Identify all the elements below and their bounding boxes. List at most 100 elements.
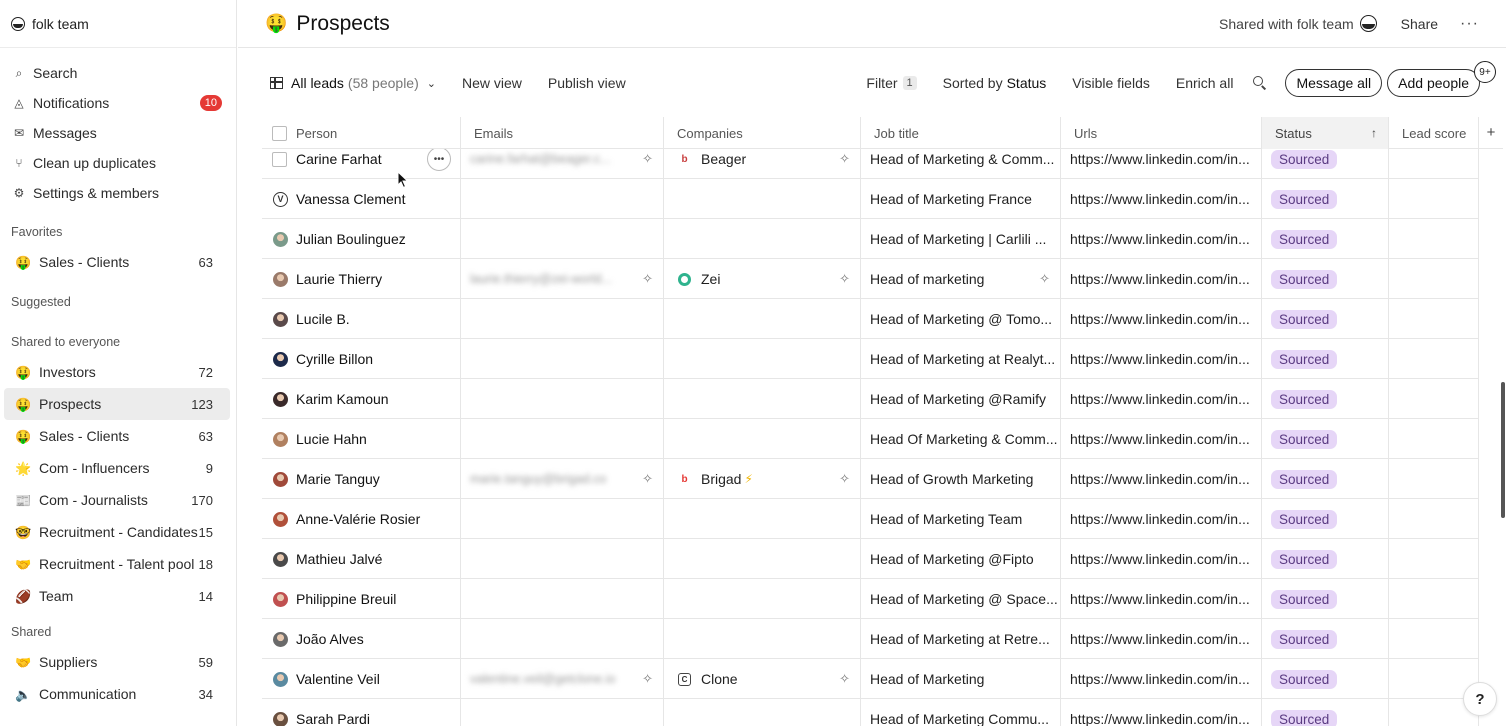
cell-job-title[interactable]: Head of Marketing @ Tomo...	[861, 299, 1061, 339]
url-link[interactable]: https://www.linkedin.com/in...	[1070, 631, 1250, 647]
cell-lead-score[interactable]	[1389, 379, 1479, 419]
url-link[interactable]: https://www.linkedin.com/in...	[1070, 151, 1250, 167]
group-item-communication[interactable]: 🔈 Communication 34	[4, 678, 230, 710]
cell-url[interactable]: https://www.linkedin.com/in...	[1061, 299, 1262, 339]
table-row[interactable]: V Vanessa Clement Head of Marketing France…	[262, 179, 1479, 219]
cell-email[interactable]	[461, 499, 664, 539]
cell-email[interactable]	[461, 299, 664, 339]
cell-email[interactable]	[461, 699, 664, 726]
status-badge[interactable]: Sourced	[1271, 709, 1338, 726]
view-selector[interactable]: All leads (58 people) ⌄	[270, 75, 436, 91]
status-badge[interactable]: Sourced	[1271, 549, 1338, 569]
cell-url[interactable]: https://www.linkedin.com/in...	[1061, 459, 1262, 499]
cell-job-title[interactable]: Head of Marketing at Retre...	[861, 619, 1061, 659]
cell-status[interactable]: Sourced	[1262, 579, 1389, 619]
url-link[interactable]: https://www.linkedin.com/in...	[1070, 671, 1250, 687]
enrich-sparkle-icon[interactable]: ✧	[642, 271, 653, 287]
add-people-button[interactable]: Add people	[1387, 69, 1480, 97]
nav-item-messages[interactable]: ✉ Messages	[0, 118, 236, 148]
table-row[interactable]: Philippine Breuil Head of Marketing @ Spa…	[262, 579, 1479, 619]
column-header-lead-score[interactable]: Lead score	[1389, 117, 1479, 149]
status-badge[interactable]: Sourced	[1271, 189, 1338, 209]
cell-url[interactable]: https://www.linkedin.com/in...	[1061, 419, 1262, 459]
group-item-recruitment-talent-pool[interactable]: 🤝 Recruitment - Talent pool 18	[4, 548, 230, 580]
cell-url[interactable]: https://www.linkedin.com/in...	[1061, 659, 1262, 699]
cell-job-title[interactable]: Head of Marketing @ Space...	[861, 579, 1061, 619]
cell-job-title[interactable]: Head of Marketing Team	[861, 499, 1061, 539]
enrich-sparkle-icon[interactable]: ✧	[839, 671, 850, 687]
cell-company[interactable]: C Clone ✧	[664, 659, 861, 699]
column-header-companies[interactable]: Companies	[664, 117, 861, 149]
table-row[interactable]: Lucie Hahn Head Of Marketing & Comm... htt…	[262, 419, 1479, 459]
cell-url[interactable]: https://www.linkedin.com/in...	[1061, 179, 1262, 219]
cell-person[interactable]: Marie Tanguy	[262, 459, 461, 499]
cell-company[interactable]	[664, 619, 861, 659]
column-header-emails[interactable]: Emails	[461, 117, 664, 149]
cell-person[interactable]: Laurie Thierry	[262, 259, 461, 299]
url-link[interactable]: https://www.linkedin.com/in...	[1070, 511, 1250, 527]
cell-status[interactable]: Sourced	[1262, 539, 1389, 579]
cell-company[interactable]	[664, 499, 861, 539]
cell-email[interactable]	[461, 219, 664, 259]
cell-lead-score[interactable]	[1389, 459, 1479, 499]
cell-job-title[interactable]: Head of Marketing @Fipto	[861, 539, 1061, 579]
enrich-sparkle-icon[interactable]: ✧	[839, 151, 850, 167]
cell-status[interactable]: Sourced	[1262, 419, 1389, 459]
cell-email[interactable]	[461, 379, 664, 419]
cell-lead-score[interactable]	[1389, 419, 1479, 459]
table-row[interactable]: Lucile B. Head of Marketing @ Tomo... http…	[262, 299, 1479, 339]
cell-email[interactable]	[461, 619, 664, 659]
url-link[interactable]: https://www.linkedin.com/in...	[1070, 231, 1250, 247]
cell-status[interactable]: Sourced	[1262, 259, 1389, 299]
status-badge[interactable]: Sourced	[1271, 309, 1338, 329]
status-badge[interactable]: Sourced	[1271, 669, 1338, 689]
group-item-investors[interactable]: 🤑 Investors 72	[4, 356, 230, 388]
url-link[interactable]: https://www.linkedin.com/in...	[1070, 591, 1250, 607]
column-header-person[interactable]: Person	[262, 117, 461, 149]
cell-url[interactable]: https://www.linkedin.com/in...	[1061, 499, 1262, 539]
cell-url[interactable]: https://www.linkedin.com/in...	[1061, 219, 1262, 259]
cell-job-title[interactable]: Head of Marketing | Carlili ...	[861, 219, 1061, 259]
row-checkbox[interactable]	[272, 151, 287, 167]
cell-company[interactable]: b Brigad ⚡ ✧	[664, 459, 861, 499]
help-button[interactable]: ?	[1463, 682, 1497, 716]
url-link[interactable]: https://www.linkedin.com/in...	[1070, 471, 1250, 487]
cell-job-title[interactable]: Head of Marketing Commu...	[861, 699, 1061, 726]
cell-url[interactable]: https://www.linkedin.com/in...	[1061, 699, 1262, 726]
cell-person[interactable]: Karim Kamoun	[262, 379, 461, 419]
url-link[interactable]: https://www.linkedin.com/in...	[1070, 271, 1250, 287]
url-link[interactable]: https://www.linkedin.com/in...	[1070, 431, 1250, 447]
table-row[interactable]: Laurie Thierry laurie.thierry@zei-world..…	[262, 259, 1479, 299]
url-link[interactable]: https://www.linkedin.com/in...	[1070, 711, 1250, 726]
search-icon[interactable]	[1253, 76, 1267, 90]
group-item-recruitment-candidates[interactable]: 🤓 Recruitment - Candidates 15	[4, 516, 230, 548]
cell-company[interactable]	[664, 699, 861, 726]
url-link[interactable]: https://www.linkedin.com/in...	[1070, 391, 1250, 407]
cell-status[interactable]: Sourced	[1262, 339, 1389, 379]
status-badge[interactable]: Sourced	[1271, 149, 1338, 169]
enrich-sparkle-icon[interactable]: ✧	[642, 471, 653, 487]
cell-email[interactable]	[461, 419, 664, 459]
cell-person[interactable]: Mathieu Jalvé	[262, 539, 461, 579]
cell-person[interactable]: Lucile B.	[262, 299, 461, 339]
group-item-com-influencers[interactable]: 🌟 Com - Influencers 9	[4, 452, 230, 484]
share-button[interactable]: Share	[1401, 16, 1438, 32]
cell-company[interactable]	[664, 219, 861, 259]
cell-person[interactable]: Anne-Valérie Rosier	[262, 499, 461, 539]
publish-view-button[interactable]: Publish view	[548, 75, 626, 91]
cell-company[interactable]	[664, 579, 861, 619]
table-row[interactable]: Sarah Pardi Head of Marketing Commu... htt…	[262, 699, 1479, 726]
cell-status[interactable]: Sourced	[1262, 619, 1389, 659]
sort-arrow-up-icon[interactable]: ↑	[1371, 126, 1377, 140]
cell-lead-score[interactable]	[1389, 539, 1479, 579]
cell-lead-score[interactable]	[1389, 219, 1479, 259]
add-column-icon[interactable]: +	[1479, 117, 1503, 148]
status-badge[interactable]: Sourced	[1271, 269, 1338, 289]
cell-job-title[interactable]: Head Of Marketing & Comm...	[861, 419, 1061, 459]
cell-person[interactable]: João Alves	[262, 619, 461, 659]
row-more-icon[interactable]: •••	[427, 147, 451, 171]
cell-email[interactable]: laurie.thierry@zei-world... ✧	[461, 259, 664, 299]
new-view-button[interactable]: New view	[462, 75, 522, 91]
cell-url[interactable]: https://www.linkedin.com/in...	[1061, 579, 1262, 619]
cell-status[interactable]: Sourced	[1262, 659, 1389, 699]
